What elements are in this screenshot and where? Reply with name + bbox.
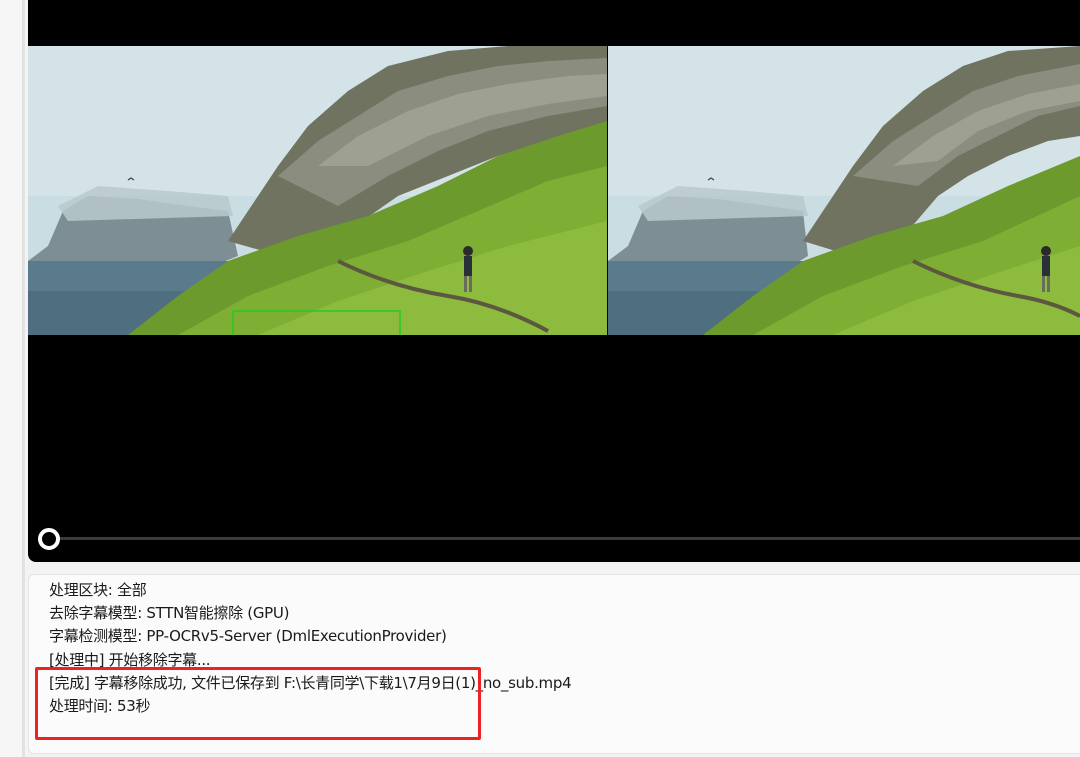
processed-video-frame [608, 46, 1080, 335]
video-preview-panel [28, 0, 1080, 562]
app-window: 处理区块: 全部 去除字幕模型: STTN智能擦除 (GPU) 字幕检测模型: … [0, 0, 1080, 757]
log-line: 字幕检测模型: PP-OCRv5-Server (DmlExecutionPro… [49, 627, 447, 646]
log-line: 去除字幕模型: STTN智能擦除 (GPU) [49, 604, 290, 623]
red-highlight-annotation [35, 667, 481, 740]
original-video-frame [28, 46, 607, 335]
landscape-image-original [28, 46, 607, 335]
circle-knob-icon[interactable] [38, 528, 60, 550]
left-scrollbar[interactable] [22, 0, 25, 757]
landscape-image-processed [608, 46, 1080, 335]
log-line: 处理区块: 全部 [49, 581, 147, 599]
seek-bar-track[interactable] [48, 537, 1080, 540]
